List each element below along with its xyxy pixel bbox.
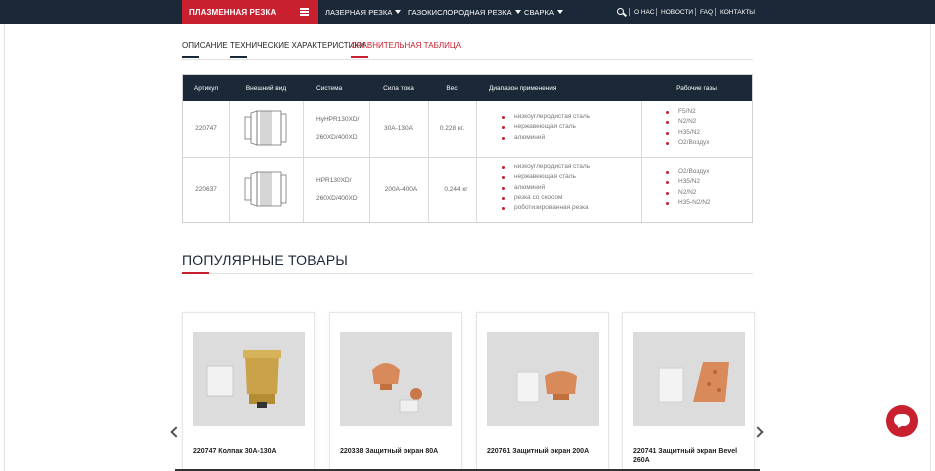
system-line: 260XD/400XD (316, 195, 358, 202)
page-border-right (930, 24, 931, 471)
caret-down-icon (514, 10, 521, 14)
cell-weight: 0.228 кг. (439, 125, 465, 132)
tab-comparison-underline (351, 56, 368, 58)
popular-products-title: ПОПУЛЯРНЫЕ ТОВАРЫ (182, 252, 348, 268)
product-card[interactable]: 220761 Защитный экран 200А (476, 312, 609, 471)
cell-current: 30A-130A (384, 125, 413, 132)
list-item: алюминий (500, 183, 590, 193)
product-tabs: ОПИСАНИЕ ТЕХНИЧЕСКИЕ ХАРАКТЕРИСТИКИ СРАВ… (182, 38, 753, 60)
nav-separator (695, 8, 696, 16)
list-item: низкоуглеродистая сталь (500, 112, 590, 122)
comparison-table: Артикул Внешний вид Система Сила тока Ве… (182, 74, 753, 223)
list-item: роботизированная резка (500, 203, 590, 213)
product-image-cap (193, 332, 305, 426)
nav-about-link[interactable]: О НАС (634, 0, 654, 24)
list-item: O2/Воздух (664, 138, 709, 148)
product-name[interactable]: 220761 Защитный экран 200А (487, 447, 602, 456)
cell-system: HPR130XD/ 260XD/400XD (303, 158, 369, 222)
column-header-current: Сила тока (383, 84, 414, 92)
tab-description-underline (182, 56, 199, 58)
product-card[interactable]: 220338 Защитный экран 80А (329, 312, 462, 471)
list-item: F5/N2 (664, 107, 709, 117)
gas-list: O2/Воздух H35/N2 N2/N2 H35-N2/N2 (664, 167, 711, 208)
product-image-shield (340, 332, 452, 426)
section-divider (182, 273, 753, 274)
column-header-system: Система (316, 84, 343, 92)
product-image[interactable] (193, 332, 305, 426)
product-card[interactable]: 220747 Колпак 30А-130А (182, 312, 315, 471)
list-item: H35/N2 (664, 177, 711, 187)
gas-list: F5/N2 N2/N2 H35/N2 O2/Воздух (664, 107, 709, 148)
hamburger-icon[interactable] (300, 8, 309, 16)
cell-system: HyHPR130XD/ 260XD/400XD (303, 101, 369, 157)
caret-down-icon (395, 10, 402, 14)
product-thumbnail-nozzle (244, 171, 287, 207)
list-item: O2/Воздух (664, 167, 711, 177)
column-header-article: Артикул (193, 84, 219, 92)
tab-comparison[interactable]: СРАВНИТЕЛЬНАЯ ТАБЛИЦА (351, 41, 461, 50)
cell-article: 220747 (195, 125, 217, 132)
tab-specifications-underline (230, 56, 247, 58)
nav-separator (656, 8, 657, 16)
product-card[interactable]: 220741 Защитный экран Bevel 260А (622, 312, 755, 471)
nav-laser-cutting-label: ЛАЗЕРНАЯ РЕЗКА (325, 7, 393, 17)
tab-description[interactable]: ОПИСАНИЕ (182, 41, 228, 50)
product-thumbnail-nozzle (244, 110, 287, 146)
product-image-bevel-shield (633, 332, 745, 426)
table-divider (641, 101, 642, 222)
nav-contacts-link[interactable]: КОНТАКТЫ (720, 0, 755, 24)
chat-button[interactable] (886, 405, 918, 437)
cell-current: 200A-400A (384, 186, 418, 193)
list-item: H35-N2/N2 (664, 198, 711, 208)
table-header: Артикул Внешний вид Система Сила тока Ве… (183, 75, 752, 101)
list-item: N2/N2 (664, 117, 709, 127)
product-image[interactable] (633, 332, 745, 426)
list-item: низкоуглеродистая сталь (500, 162, 590, 172)
nav-oxyfuel-cutting-label: ГАЗОКИСЛОРОДНАЯ РЕЗКА (408, 7, 512, 17)
list-item: резка со скосом (500, 193, 590, 203)
list-item: H35/N2 (664, 128, 709, 138)
cell-weight: 0.244 кг (444, 186, 468, 193)
nav-separator (629, 8, 630, 16)
nav-plasma-cutting[interactable]: ПЛАЗМЕННАЯ РЕЗКА (182, 0, 318, 24)
column-header-weight: Вес (446, 84, 458, 92)
product-name[interactable]: 220747 Колпак 30А-130А (193, 447, 308, 456)
nav-faq-link[interactable]: FAQ (700, 0, 713, 24)
list-item: нержавеющая сталь (500, 172, 590, 182)
system-line: 260XD/400XD (316, 134, 358, 141)
cell-article: 220637 (195, 186, 217, 193)
product-name[interactable]: 220741 Защитный экран Bevel 260А (633, 447, 748, 465)
product-image-shield (487, 332, 599, 426)
application-list: низкоуглеродистая сталь нержавеющая стал… (500, 162, 590, 213)
nav-welding[interactable]: СВАРКА (524, 0, 564, 24)
tab-specifications[interactable]: ТЕХНИЧЕСКИЕ ХАРАКТЕРИСТИКИ (230, 41, 365, 50)
nav-oxyfuel-cutting[interactable]: ГАЗОКИСЛОРОДНАЯ РЕЗКА (408, 0, 521, 24)
list-item: алюминий (500, 133, 590, 143)
system-line: HyHPR130XD/ (316, 116, 360, 123)
nav-news-link[interactable]: НОВОСТИ (661, 0, 693, 24)
nav-separator (715, 8, 716, 16)
nav-welding-label: СВАРКА (524, 7, 555, 17)
nav-laser-cutting[interactable]: ЛАЗЕРНАЯ РЕЗКА (325, 0, 402, 24)
system-line: HPR130XD/ (316, 177, 352, 184)
column-header-application: Диапазон применения (489, 84, 557, 92)
product-image[interactable] (487, 332, 599, 426)
application-list: низкоуглеродистая сталь нержавеющая стал… (500, 112, 590, 143)
list-item: нержавеющая сталь (500, 122, 590, 132)
column-header-appearance: Внешний вид (245, 84, 287, 92)
page-border-left (4, 24, 5, 471)
table-divider (476, 101, 477, 222)
table-divider (229, 101, 230, 222)
list-item: N2/N2 (664, 188, 711, 198)
column-header-gases: Рабочие газы (676, 84, 717, 92)
search-icon[interactable] (617, 8, 624, 15)
product-image[interactable] (340, 332, 452, 426)
chevron-left-icon[interactable] (170, 426, 182, 438)
caret-down-icon (557, 10, 564, 14)
section-accent-line (182, 272, 209, 274)
product-name[interactable]: 220338 Защитный экран 80А (340, 447, 455, 456)
nav-plasma-cutting-label: ПЛАЗМЕННАЯ РЕЗКА (189, 7, 277, 17)
